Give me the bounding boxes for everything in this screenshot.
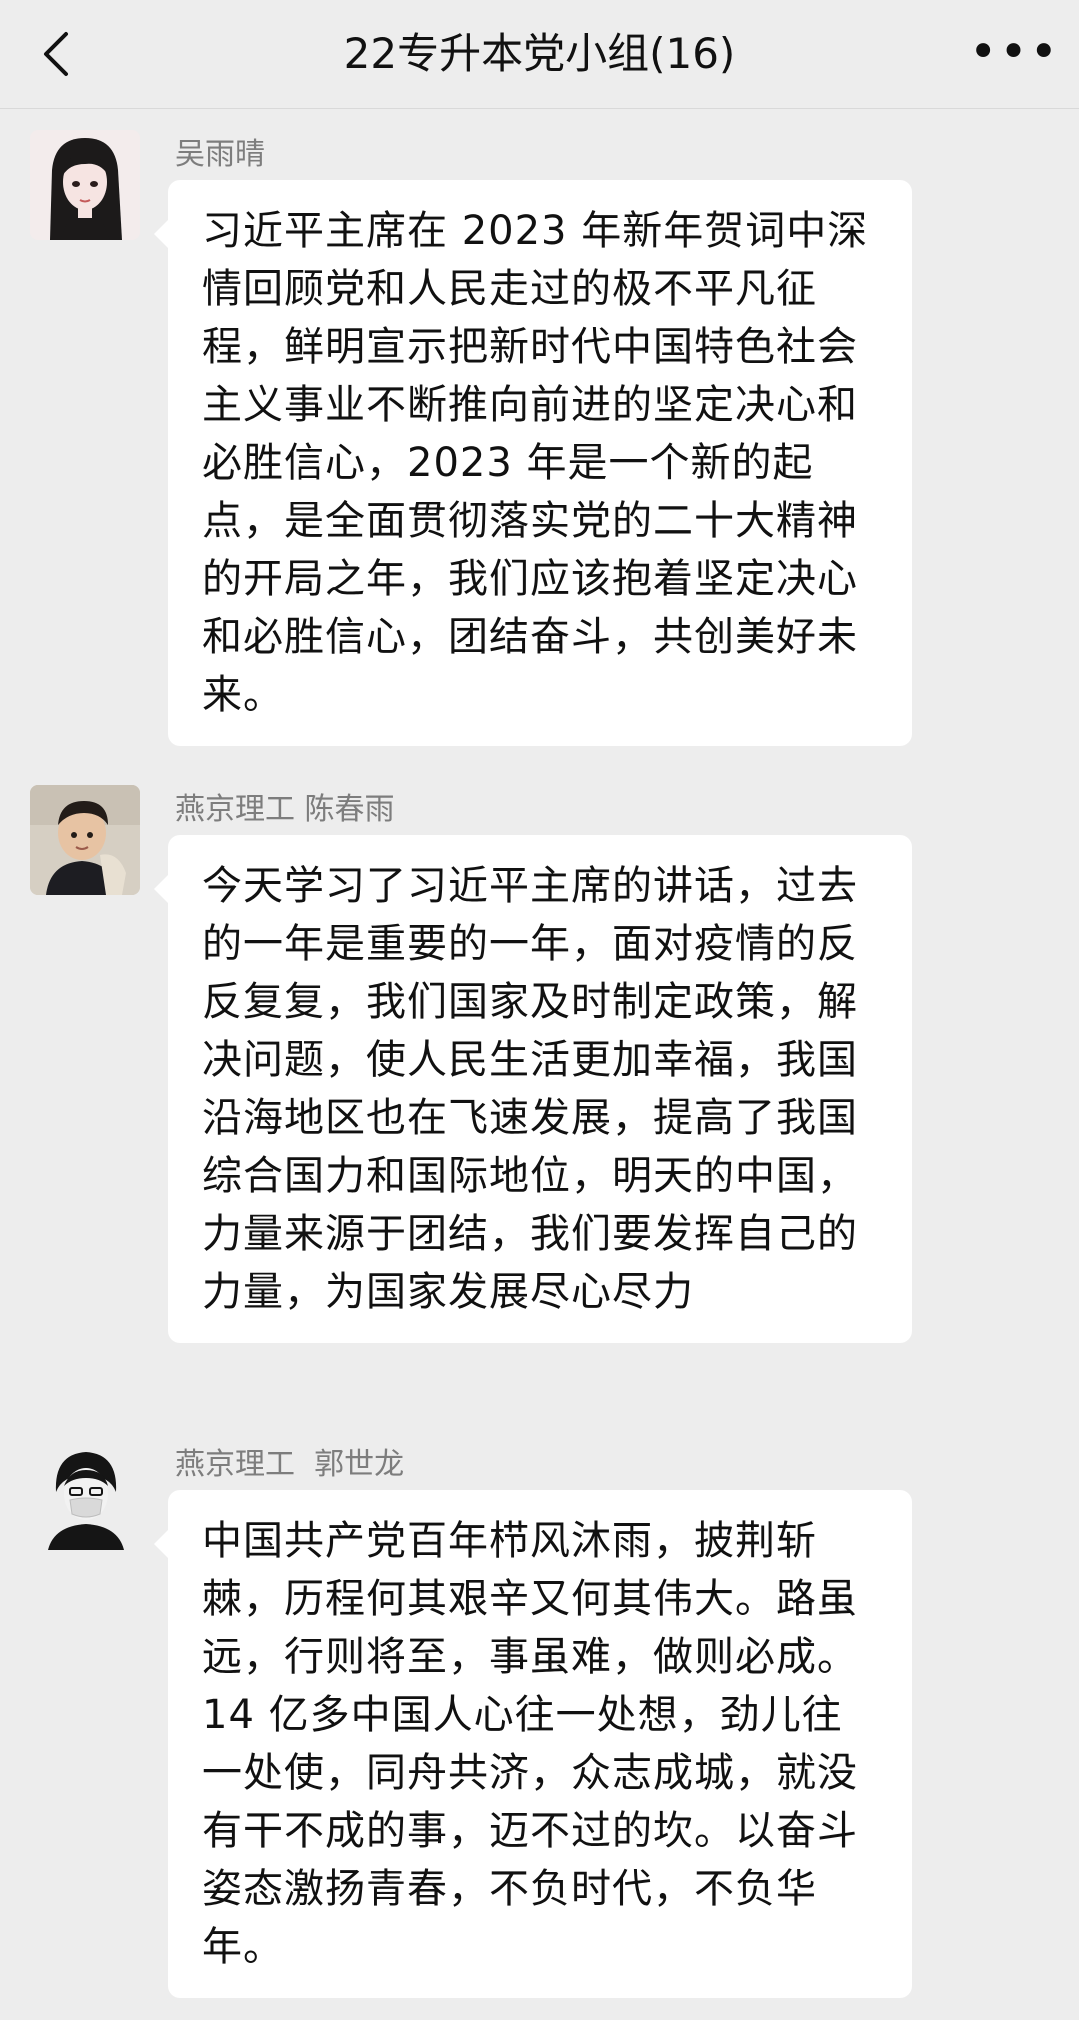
message-text: 今天学习了习近平主席的讲话，过去的一年是重要的一年，面对疫情的反反复复，我们国家… [202,863,858,1315]
avatar-girl-illustration [30,130,140,240]
message-text: 习近平主席在 2023 年新年贺词中深情回顾党和人民走过的极不平凡征程，鲜明宣示… [202,208,869,718]
back-button[interactable] [28,24,88,84]
avatar-boy-photo [30,785,140,895]
chat-header: 22专升本党小组(16) ••• [0,0,1079,109]
avatar-masked-illustration [30,1440,140,1550]
message-item: 吴雨晴 习近平主席在 2023 年新年贺词中深情回顾党和人民走过的极不平凡征程，… [0,130,1079,750]
message-item: 燕京理工 陈春雨 今天学习了习近平主席的讲话，过去的一年是重要的一年，面对疫情的… [0,785,1079,1425]
message-bubble[interactable]: 习近平主席在 2023 年新年贺词中深情回顾党和人民走过的极不平凡征程，鲜明宣示… [154,180,912,746]
message-item: 燕京理工 郭世龙 中国共产党百年栉风沐雨，披荆斩棘，历程何其艰辛又何其伟大。路虽… [0,1440,1079,2020]
chevron-left-icon [44,32,68,76]
chat-title: 22专升本党小组(16) [343,29,736,78]
avatar[interactable] [30,1440,140,1550]
avatar[interactable] [30,130,140,240]
avatar[interactable] [30,785,140,895]
sender-name: 燕京理工 陈春雨 [175,792,395,827]
message-bubble[interactable]: 今天学习了习近平主席的讲话，过去的一年是重要的一年，面对疫情的反反复复，我们国家… [154,835,912,1343]
message-text: 中国共产党百年栉风沐雨，披荆斩棘，历程何其艰辛又何其伟大。路虽远，行则将至，事虽… [202,1518,858,1970]
sender-name: 燕京理工 郭世龙 [175,1447,405,1482]
message-bubble[interactable]: 中国共产党百年栉风沐雨，披荆斩棘，历程何其艰辛又何其伟大。路虽远，行则将至，事虽… [154,1490,912,1998]
sender-name: 吴雨晴 [175,137,265,172]
more-options-button[interactable]: ••• [969,28,1058,76]
